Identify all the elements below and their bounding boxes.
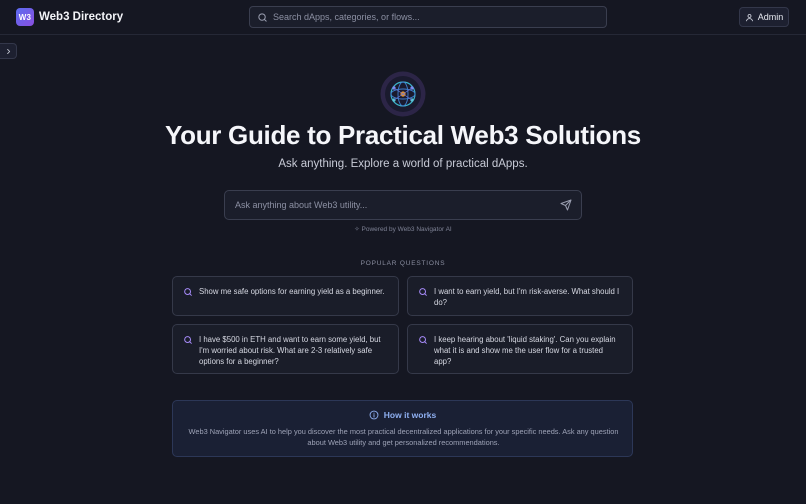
powered-by-text: Powered by Web3 Navigator AI [361, 226, 452, 233]
popular-questions-heading: POPULAR QUESTIONS [360, 260, 446, 267]
question-text: Show me safe options for earning yield a… [199, 287, 385, 296]
send-icon[interactable] [560, 199, 572, 211]
brand-name: Web3 Directory [39, 11, 124, 23]
brand-logo: W3 [16, 8, 34, 26]
admin-button[interactable]: Admin [739, 7, 789, 27]
search-icon [258, 12, 267, 22]
sparkle-icon: ✧ [354, 226, 362, 233]
question-card[interactable]: Show me safe options for earning yield a… [172, 276, 399, 316]
sidebar-toggle-button[interactable] [0, 43, 17, 59]
user-icon [745, 13, 753, 21]
search-icon [184, 336, 192, 344]
ask-input[interactable] [235, 200, 560, 210]
question-text: I have $500 in ETH and want to earn some… [199, 335, 381, 366]
page-title: Your Guide to Practical Web3 Solutions [165, 120, 641, 150]
info-icon [369, 410, 379, 420]
question-card[interactable]: I have $500 in ETH and want to earn some… [172, 324, 399, 374]
search-input[interactable] [273, 12, 593, 22]
network-globe-icon [380, 71, 426, 117]
search-icon [184, 288, 192, 296]
page-subtitle: Ask anything. Explore a world of practic… [278, 158, 528, 170]
how-it-works-panel: How it works Web3 Navigator uses AI to h… [172, 400, 633, 457]
question-text: I want to earn yield, but I'm risk-avers… [434, 287, 620, 307]
search-icon [419, 336, 427, 344]
question-text: I keep hearing about 'liquid staking'. C… [434, 335, 616, 366]
question-card[interactable]: I keep hearing about 'liquid staking'. C… [407, 324, 633, 374]
how-it-works-heading: How it works [173, 410, 632, 420]
powered-by-note: ✧ Powered by Web3 Navigator AI [0, 225, 806, 233]
ask-box[interactable] [224, 190, 582, 220]
top-bar: W3 Web3 Directory Admin [0, 0, 806, 35]
how-it-works-text: Web3 Navigator uses AI to help you disco… [188, 427, 619, 447]
search-icon [419, 288, 427, 296]
global-search[interactable] [249, 6, 607, 28]
how-it-works-title: How it works [383, 410, 437, 420]
question-card[interactable]: I want to earn yield, but I'm risk-avers… [407, 276, 633, 316]
admin-label: Admin [757, 12, 784, 22]
brand[interactable]: W3 Web3 Directory [16, 8, 123, 26]
chevron-right-icon [6, 48, 10, 54]
